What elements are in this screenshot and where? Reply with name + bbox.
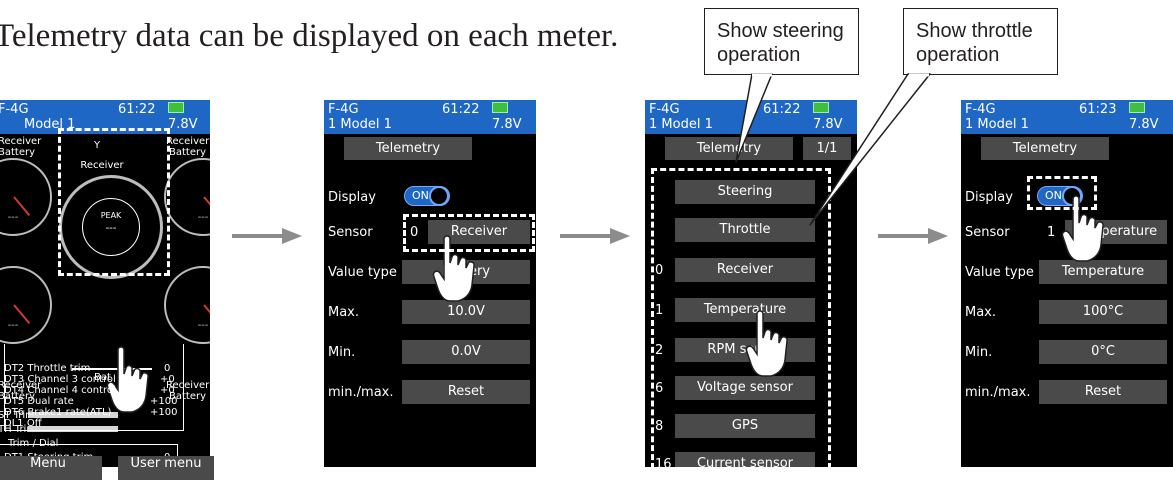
menu-button[interactable]: Menu bbox=[0, 456, 102, 480]
status-bar: F-4G 61:22 7.8V 1 Model 1 bbox=[324, 100, 536, 134]
model-name: 1 Model 1 bbox=[965, 117, 1029, 132]
timer: 61:23 bbox=[1079, 102, 1117, 117]
battery-indicator: 7.8V bbox=[492, 102, 536, 132]
highlight-receiver-gauge bbox=[58, 128, 170, 276]
highlight-display-toggle bbox=[1027, 176, 1097, 210]
page-title: Telemetry bbox=[344, 137, 472, 160]
gauge-label-br-1: Receiver bbox=[166, 380, 210, 391]
battery-icon bbox=[168, 102, 184, 113]
callout-throttle-line1: Show throttle bbox=[916, 20, 1033, 42]
gauge-value: --- bbox=[197, 320, 209, 331]
model-name: 1 Model 1 bbox=[328, 117, 392, 132]
toggle-knob bbox=[429, 186, 449, 206]
gauge-label-tr-2: Battery bbox=[168, 147, 206, 158]
gauge-value: --- bbox=[197, 212, 209, 223]
battery-indicator: 7.8V bbox=[1129, 102, 1173, 132]
value-type-label: Value type bbox=[328, 265, 397, 280]
status-bar: F-4G 61:22 7.8V 1 Model 1 bbox=[645, 100, 857, 134]
battery-icon bbox=[813, 102, 829, 113]
timer: 61:22 bbox=[442, 102, 480, 117]
battery-voltage: 7.8V bbox=[168, 117, 198, 132]
model-name: 1 Model 1 bbox=[649, 117, 713, 132]
battery-indicator: 7.8V bbox=[813, 102, 857, 132]
battery-icon bbox=[492, 102, 508, 113]
timer: 61:22 bbox=[763, 102, 801, 117]
gauge-label-tr: Receiver Battery bbox=[166, 136, 210, 158]
max-label: Max. bbox=[328, 305, 360, 320]
gauge-label-tl: Receiver Battery bbox=[0, 136, 41, 158]
th-trim-bar bbox=[28, 426, 118, 432]
min-value-button[interactable]: 0.0V bbox=[402, 340, 530, 364]
battery-voltage: 7.8V bbox=[492, 117, 522, 132]
min-label: Min. bbox=[965, 345, 993, 360]
gauge-label-br-2: Battery bbox=[168, 391, 206, 402]
display-toggle[interactable]: ON bbox=[404, 186, 450, 206]
callout-steering: Show steering operation bbox=[704, 8, 859, 75]
arrow-right-icon bbox=[878, 228, 948, 244]
model-type: F-4G bbox=[649, 102, 680, 117]
arrow-right-icon bbox=[560, 228, 630, 244]
value-type-label: Value type bbox=[965, 265, 1034, 280]
highlight-sensor bbox=[403, 214, 535, 252]
model-type: F-4G bbox=[965, 102, 996, 117]
gauge-label-bl-2: Battery bbox=[0, 391, 36, 402]
timer: 61:22 bbox=[118, 102, 156, 117]
battery-icon bbox=[1129, 102, 1145, 113]
display-label: Display bbox=[965, 190, 1013, 205]
screen-telemetry-battery: F-4G 61:22 7.8V 1 Model 1 Telemetry Disp… bbox=[324, 100, 536, 467]
reset-button[interactable]: Reset bbox=[1039, 380, 1167, 404]
gauge-label-bl: Receiver Battery bbox=[0, 380, 41, 402]
arrow-right-icon bbox=[232, 228, 302, 244]
battery-voltage: 7.8V bbox=[1129, 117, 1159, 132]
gauge-label-tl-1: Receiver bbox=[0, 136, 42, 147]
battery-indicator: 7.8V bbox=[168, 102, 210, 132]
min-value-button[interactable]: 0°C bbox=[1039, 340, 1167, 364]
sensor-label: Sensor bbox=[965, 225, 1010, 240]
hand-pointer-icon bbox=[106, 346, 149, 413]
gauge-value: --- bbox=[7, 320, 19, 331]
gauge-value: --- bbox=[7, 212, 19, 223]
sensor-number: 1 bbox=[1047, 225, 1056, 240]
model-type: F-4G bbox=[0, 102, 29, 117]
max-label: Max. bbox=[965, 305, 997, 320]
page-title: Telemetry bbox=[981, 137, 1109, 160]
minmax-label: min./max. bbox=[965, 385, 1031, 400]
screen-telemetry-temperature: F-4G 61:23 7.8V 1 Model 1 Telemetry Disp… bbox=[961, 100, 1173, 467]
display-label: Display bbox=[328, 190, 376, 205]
gauge-label-tr-1: Receiver bbox=[166, 136, 210, 147]
battery-voltage: 7.8V bbox=[813, 117, 843, 132]
gauge-label-br: Receiver Battery bbox=[166, 380, 210, 402]
gauge-label-tl-2: Battery bbox=[0, 147, 36, 158]
max-value-button[interactable]: 100°C bbox=[1039, 300, 1167, 324]
callout-steering-line2: operation bbox=[717, 44, 801, 66]
gauge-br[interactable]: --- bbox=[164, 266, 210, 344]
page-title: Telemetry bbox=[665, 137, 793, 160]
toggle-label: ON bbox=[412, 189, 429, 202]
highlight-sensor-list bbox=[651, 168, 831, 478]
gauge-bl[interactable]: --- bbox=[0, 266, 52, 344]
callout-throttle-line2: operation bbox=[916, 44, 1000, 66]
sensor-label: Sensor bbox=[328, 225, 373, 240]
user-menu-button[interactable]: User menu bbox=[118, 456, 214, 480]
callout-throttle: Show throttle operation bbox=[903, 8, 1058, 75]
gauge-label-bl-1: Receiver bbox=[0, 380, 42, 391]
status-bar: F-4G 61:23 7.8V 1 Model 1 bbox=[961, 100, 1173, 134]
reset-button[interactable]: Reset bbox=[402, 380, 530, 404]
st-trim-bar bbox=[28, 412, 118, 418]
page-heading: Telemetry data can be displayed on each … bbox=[0, 18, 619, 54]
callout-steering-line1: Show steering bbox=[717, 20, 844, 42]
min-label: Min. bbox=[328, 345, 356, 360]
page-indicator: 1/1 bbox=[803, 137, 851, 160]
minmax-label: min./max. bbox=[328, 385, 394, 400]
model-type: F-4G bbox=[328, 102, 359, 117]
